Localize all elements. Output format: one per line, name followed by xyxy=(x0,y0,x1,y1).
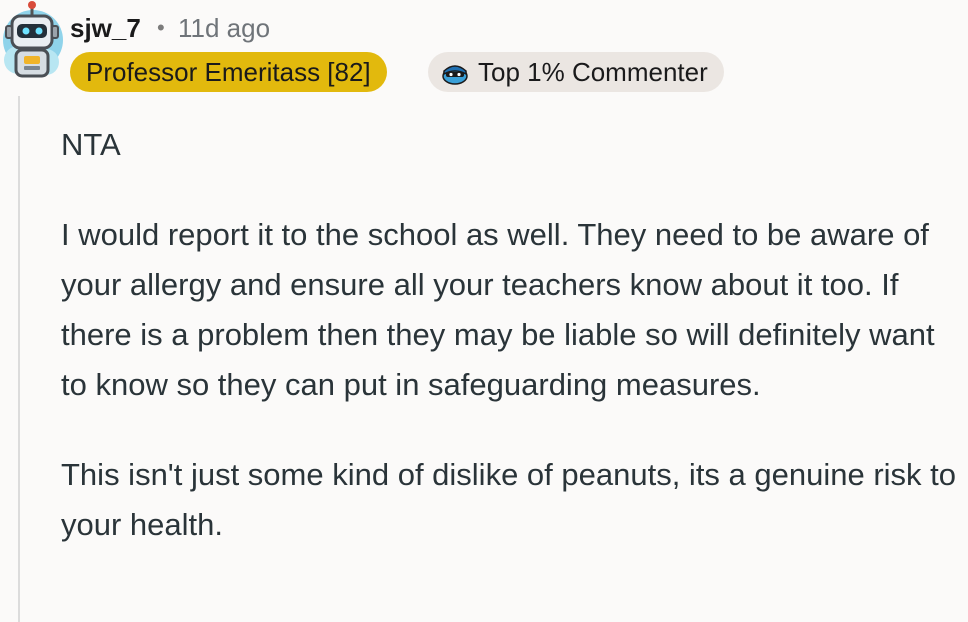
avatar[interactable] xyxy=(2,0,63,92)
comment-paragraph: I would report it to the school as well.… xyxy=(61,217,935,402)
separator-dot: • xyxy=(157,15,165,40)
comment-body: NTA I would report it to the school as w… xyxy=(61,120,966,590)
user-flair-badge: Professor Emeritass [82] xyxy=(70,52,387,92)
top-commenter-badge-icon xyxy=(442,65,468,85)
thread-collapse-line[interactable] xyxy=(18,96,20,622)
comment-timestamp[interactable]: 11d ago xyxy=(178,12,270,44)
robot-avatar-icon xyxy=(3,1,63,78)
comment-paragraph: This isn't just some kind of dislike of … xyxy=(61,457,957,542)
top-commenter-badge: Top 1% Commenter xyxy=(428,52,724,92)
comment-paragraph: NTA xyxy=(61,127,121,162)
top-commenter-label: Top 1% Commenter xyxy=(478,57,708,87)
comment-author[interactable]: sjw_7 xyxy=(70,12,141,44)
